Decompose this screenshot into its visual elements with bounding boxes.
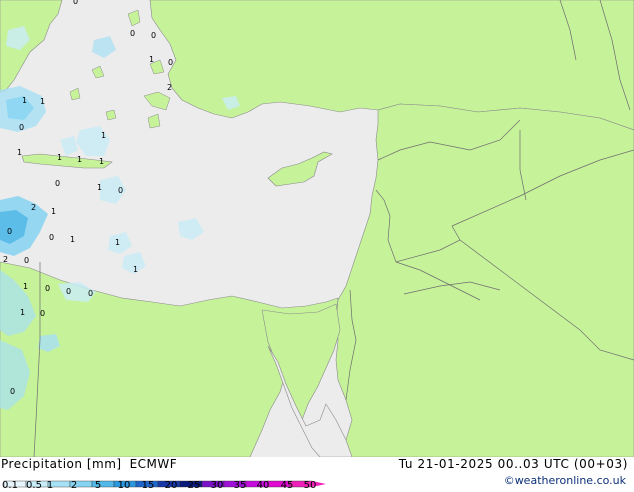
map-title: Precipitation [mm] ECMWF bbox=[1, 457, 177, 471]
precip-value-label: 1 bbox=[115, 238, 120, 247]
precip-value-label: 1 bbox=[51, 207, 56, 216]
precip-value-label: 1 bbox=[133, 265, 138, 274]
legend-tick-label: 1 bbox=[46, 480, 54, 491]
legend-tick-label: 25 bbox=[187, 480, 201, 491]
legend-tick-label: 0.5 bbox=[26, 480, 42, 491]
precip-value-label: 0 bbox=[19, 123, 24, 132]
precip-value-label: 1 bbox=[40, 97, 45, 106]
precip-value-label: 1 bbox=[149, 55, 154, 64]
legend-tick-label: 40 bbox=[256, 480, 270, 491]
legend-tick-label: 45 bbox=[280, 480, 294, 491]
precip-value-label: 0 bbox=[130, 29, 135, 38]
precip-value-label: 1 bbox=[77, 155, 82, 164]
precip-value-label: 1 bbox=[20, 308, 25, 317]
precipitation-map: 0 0 0 1 0 2 1 1 0 1 1 1 1 1 0 1 0 2 1 0 0 1 1 2 0 1 1 0 0 0 1 0 0 bbox=[0, 0, 634, 457]
legend-tick-label: 30 bbox=[210, 480, 224, 491]
precip-value-label: 0 bbox=[55, 179, 60, 188]
precip-value-label: 0 bbox=[118, 186, 123, 195]
map-footer: Precipitation [mm] ECMWF Tu 21-01-2025 00… bbox=[0, 457, 634, 491]
legend-tick-label: 15 bbox=[141, 480, 155, 491]
precip-value-label: 0 bbox=[73, 0, 78, 6]
precip-value-label: 1 bbox=[57, 153, 62, 162]
precip-value-label: 2 bbox=[31, 203, 36, 212]
legend-tick-label: 20 bbox=[164, 480, 178, 491]
precip-value-label: 2 bbox=[3, 255, 8, 264]
precip-value-label: 0 bbox=[88, 289, 93, 298]
precip-value-label: 1 bbox=[22, 96, 27, 105]
map-container: 000102110111110102100112011000100 Precip… bbox=[0, 0, 634, 491]
color-legend: 0.1 0.5 1 2 5 10 15 20 25 30 35 40 45 50 bbox=[0, 473, 340, 491]
credit-link[interactable]: ©weatheronline.co.uk bbox=[504, 474, 626, 487]
legend-tick-label: 50 bbox=[303, 480, 317, 491]
precip-value-label: 1 bbox=[17, 148, 22, 157]
legend-tick-label: 35 bbox=[233, 480, 247, 491]
precip-value-label: 1 bbox=[97, 183, 102, 192]
precip-value-label: 0 bbox=[7, 227, 12, 236]
legend-tick-label: 5 bbox=[94, 480, 102, 491]
title-text: Precipitation [mm] bbox=[1, 457, 122, 471]
legend-tick-label: 0.1 bbox=[2, 480, 18, 491]
precip-value-label: 0 bbox=[10, 387, 15, 396]
precip-value-label: 0 bbox=[40, 309, 45, 318]
precip-value-label: 0 bbox=[168, 58, 173, 67]
precip-value-label: 0 bbox=[45, 284, 50, 293]
precip-value-label: 0 bbox=[24, 256, 29, 265]
precip-value-label: 0 bbox=[66, 287, 71, 296]
legend-tick-label: 2 bbox=[70, 480, 78, 491]
precip-value-label: 1 bbox=[101, 131, 106, 140]
land-levant bbox=[335, 103, 634, 457]
precip-value-label: 1 bbox=[99, 157, 104, 166]
legend-tick-label: 10 bbox=[117, 480, 131, 491]
precip-value-label: 1 bbox=[23, 282, 28, 291]
precip-value-label: 0 bbox=[49, 233, 54, 242]
model-name: ECMWF bbox=[129, 457, 178, 471]
precip-value-label: 0 bbox=[151, 31, 156, 40]
precip-value-label: 1 bbox=[70, 235, 75, 244]
precip-value-label: 2 bbox=[167, 83, 172, 92]
forecast-datetime: Tu 21-01-2025 00..03 UTC (00+03) bbox=[398, 457, 628, 471]
